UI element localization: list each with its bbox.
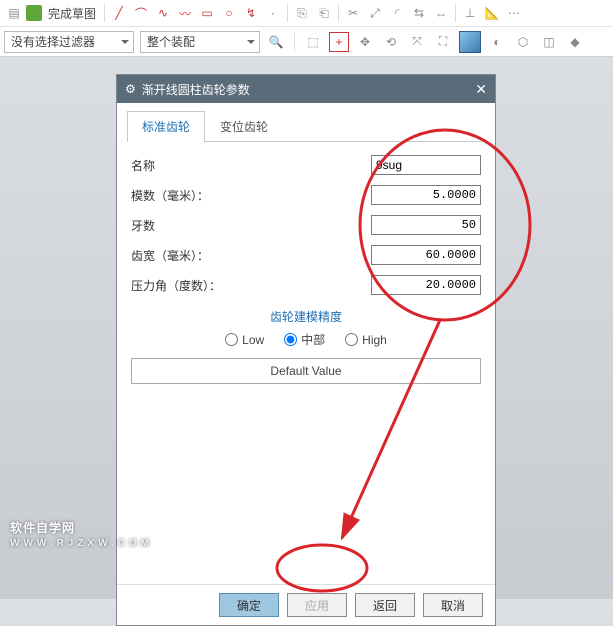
curve-icon[interactable]: 〰 [175, 3, 195, 23]
dim-icon[interactable]: ↔ [431, 3, 451, 23]
trim-icon[interactable]: ✂ [343, 3, 363, 23]
measure-icon[interactable]: 📐 [482, 3, 502, 23]
constraint-icon[interactable]: ⊥ [460, 3, 480, 23]
sketch-icon[interactable] [26, 5, 42, 21]
cancel-button[interactable]: 取消 [423, 593, 483, 617]
zoom-icon[interactable]: ⤧ [407, 32, 427, 52]
close-icon[interactable]: ✕ [475, 81, 487, 98]
circle-icon[interactable]: ○ [219, 3, 239, 23]
ok-button[interactable]: 确定 [219, 593, 279, 617]
watermark: 软件自学网 WWW.RJZXW.COM [10, 512, 153, 549]
input-pressure[interactable] [371, 275, 481, 295]
apply-button: 应用 [287, 593, 347, 617]
input-width[interactable] [371, 245, 481, 265]
line-icon[interactable]: ╱ [109, 3, 129, 23]
fillet-icon[interactable]: ◜ [387, 3, 407, 23]
label-pressure: 压力角（度数）： [131, 277, 371, 294]
radio-high[interactable]: High [345, 331, 387, 348]
back-button[interactable]: 返回 [355, 593, 415, 617]
label-name: 名称 [131, 157, 371, 174]
render-icon[interactable]: ◆ [565, 32, 585, 52]
input-module[interactable] [371, 185, 481, 205]
wire-icon[interactable]: ⬡ [513, 32, 533, 52]
rotate-icon[interactable]: ⟲ [381, 32, 401, 52]
point-icon[interactable]: · [263, 3, 283, 23]
dialog-title: 渐开线圆柱齿轮参数 [142, 81, 250, 98]
label-module: 模数（毫米）： [131, 187, 371, 204]
tab-standard[interactable]: 标准齿轮 [127, 111, 205, 142]
default-value-button[interactable]: Default Value [131, 358, 481, 384]
more-icon[interactable]: ⋯ [504, 3, 524, 23]
gear-icon: ⚙ [125, 82, 136, 96]
precision-title: 齿轮建模精度 [131, 308, 481, 325]
mirror-icon[interactable]: ⇆ [409, 3, 429, 23]
polyline-icon[interactable]: ↯ [241, 3, 261, 23]
filter-select[interactable]: 没有选择过滤器 [4, 31, 134, 53]
view-cube-icon[interactable] [459, 31, 481, 53]
menu-icon[interactable]: ▤ [4, 3, 24, 23]
fit-icon[interactable]: ⛶ [433, 32, 453, 52]
search-icon[interactable]: 🔍 [266, 32, 286, 52]
input-teeth[interactable] [371, 215, 481, 235]
view-icon[interactable]: ⬚ [303, 32, 323, 52]
edge-icon[interactable]: ◫ [539, 32, 559, 52]
label-width: 齿宽（毫米）： [131, 247, 371, 264]
tab-shifted[interactable]: 变位齿轮 [205, 111, 283, 141]
tabs: 标准齿轮 变位齿轮 [127, 111, 485, 142]
assembly-select[interactable]: 整个装配 [140, 31, 260, 53]
pan-icon[interactable]: ✥ [355, 32, 375, 52]
shade-icon[interactable]: ◐ [487, 32, 507, 52]
radio-low[interactable]: Low [225, 331, 264, 348]
precision-radios: Low 中部 High [131, 331, 481, 348]
paste-icon[interactable]: ⎗ [314, 3, 334, 23]
dialog-titlebar[interactable]: ⚙ 渐开线圆柱齿轮参数 ✕ [117, 75, 495, 103]
copy-icon[interactable]: ⎘ [292, 3, 312, 23]
radio-mid[interactable]: 中部 [284, 331, 325, 348]
spline-icon[interactable]: ∿ [153, 3, 173, 23]
gear-params-dialog: ⚙ 渐开线圆柱齿轮参数 ✕ 标准齿轮 变位齿轮 名称 模数（毫米）： 牙数 齿宽… [116, 74, 496, 626]
input-name[interactable] [371, 155, 481, 175]
dialog-buttons: 确定 应用 返回 取消 [117, 584, 495, 625]
arc-icon[interactable]: ⌒ [131, 3, 151, 23]
rect-icon[interactable]: ▭ [197, 3, 217, 23]
select-icon[interactable]: + [329, 32, 349, 52]
sketch-done-label[interactable]: 完成草图 [48, 5, 96, 22]
label-teeth: 牙数 [131, 217, 371, 234]
extend-icon[interactable]: ⤢ [365, 3, 385, 23]
toolbar: ▤ 完成草图 ╱ ⌒ ∿ 〰 ▭ ○ ↯ · ⎘ ⎗ ✂ ⤢ ◜ ⇆ ↔ ⊥ 📐… [0, 0, 613, 57]
